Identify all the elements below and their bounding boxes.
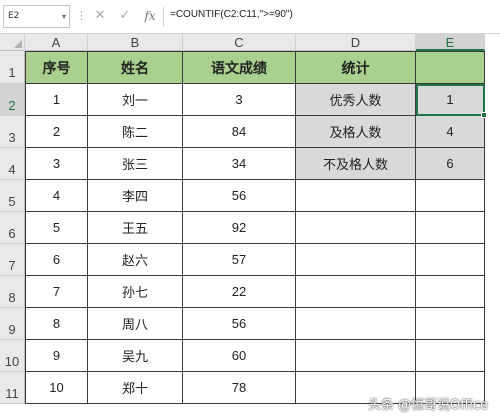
score-cell[interactable]: 78 [183,372,296,404]
seq-cell[interactable]: 10 [25,372,88,404]
empty-cell[interactable] [416,212,485,244]
row-header-11[interactable]: 11 [0,372,25,404]
name-box-dropdown-icon[interactable]: ▾ [62,6,66,27]
row-header-10[interactable]: 10 [0,340,25,372]
name-cell[interactable]: 刘一 [88,84,183,116]
name-cell[interactable]: 孙七 [88,276,183,308]
row-header-6[interactable]: 6 [0,212,25,244]
empty-cell[interactable] [296,212,416,244]
seq-cell[interactable]: 6 [25,244,88,276]
header-cell-b[interactable]: 姓名 [88,51,183,84]
cancel-icon[interactable]: ✕ [90,6,110,26]
stat-label-cell[interactable]: 优秀人数 [296,84,416,116]
formula-bar-divider [163,7,164,27]
seq-cell[interactable]: 7 [25,276,88,308]
name-cell[interactable]: 陈二 [88,116,183,148]
stat-value-cell[interactable]: 6 [416,148,485,180]
header-cell-d[interactable]: 统计 [296,51,416,84]
confirm-icon[interactable]: ✓ [115,6,135,26]
score-cell[interactable]: 57 [183,244,296,276]
row-header-2[interactable]: 2 [0,84,25,116]
empty-cell[interactable] [296,340,416,372]
seq-cell[interactable]: 2 [25,116,88,148]
header-cell-e[interactable] [416,51,485,84]
name-box-value: E2 [8,11,20,21]
seq-cell[interactable]: 1 [25,84,88,116]
seq-cell[interactable]: 9 [25,340,88,372]
more-options-icon[interactable]: ⋮ [76,9,87,22]
header-cell-c[interactable]: 语文成绩 [183,51,296,84]
seq-cell[interactable]: 8 [25,308,88,340]
empty-cell[interactable] [296,276,416,308]
name-cell[interactable]: 郑十 [88,372,183,404]
empty-cell[interactable] [416,244,485,276]
row-header-7[interactable]: 7 [0,244,25,276]
empty-cell[interactable] [296,180,416,212]
seq-cell[interactable]: 4 [25,180,88,212]
watermark: 头条 @恒哥说Office [367,398,488,413]
empty-cell[interactable] [416,276,485,308]
name-cell[interactable]: 周八 [88,308,183,340]
insert-function-icon[interactable]: fx [140,6,160,26]
select-all-corner[interactable] [0,34,25,51]
score-cell[interactable]: 34 [183,148,296,180]
row-header-8[interactable]: 8 [0,276,25,308]
fill-handle[interactable] [481,112,487,118]
name-cell[interactable]: 吴九 [88,340,183,372]
column-header-a[interactable]: A [25,34,88,51]
stat-label-cell[interactable]: 不及格人数 [296,148,416,180]
row-header-1[interactable]: 1 [0,51,25,84]
empty-cell[interactable] [416,308,485,340]
row-header-3[interactable]: 3 [0,116,25,148]
seq-cell[interactable]: 5 [25,212,88,244]
name-cell[interactable]: 赵六 [88,244,183,276]
stat-label-cell[interactable]: 及格人数 [296,116,416,148]
name-cell[interactable]: 张三 [88,148,183,180]
column-header-b[interactable]: B [88,34,183,51]
score-cell[interactable]: 92 [183,212,296,244]
name-cell[interactable]: 李四 [88,180,183,212]
row-header-5[interactable]: 5 [0,180,25,212]
row-header-4[interactable]: 4 [0,148,25,180]
stat-value-cell[interactable]: 4 [416,116,485,148]
column-header-e[interactable]: E [416,34,485,51]
header-cell-a[interactable]: 序号 [25,51,88,84]
column-header-d[interactable]: D [296,34,416,51]
empty-cell[interactable] [296,244,416,276]
name-box[interactable]: E2 ▾ [3,5,70,28]
empty-cell[interactable] [416,180,485,212]
score-cell[interactable]: 84 [183,116,296,148]
seq-cell[interactable]: 3 [25,148,88,180]
score-cell[interactable]: 56 [183,180,296,212]
score-cell[interactable]: 3 [183,84,296,116]
row-header-9[interactable]: 9 [0,308,25,340]
score-cell[interactable]: 60 [183,340,296,372]
selected-cell-e2[interactable]: 1 [416,84,485,116]
empty-cell[interactable] [416,340,485,372]
formula-input[interactable]: =COUNTIF(C2:C11,">=90") [170,9,293,20]
empty-cell[interactable] [296,308,416,340]
name-cell[interactable]: 王五 [88,212,183,244]
column-header-c[interactable]: C [183,34,296,51]
score-cell[interactable]: 56 [183,308,296,340]
formula-bar: E2 ▾ ⋮ ✕ ✓ fx =COUNTIF(C2:C11,">=90") [0,0,500,34]
score-cell[interactable]: 22 [183,276,296,308]
